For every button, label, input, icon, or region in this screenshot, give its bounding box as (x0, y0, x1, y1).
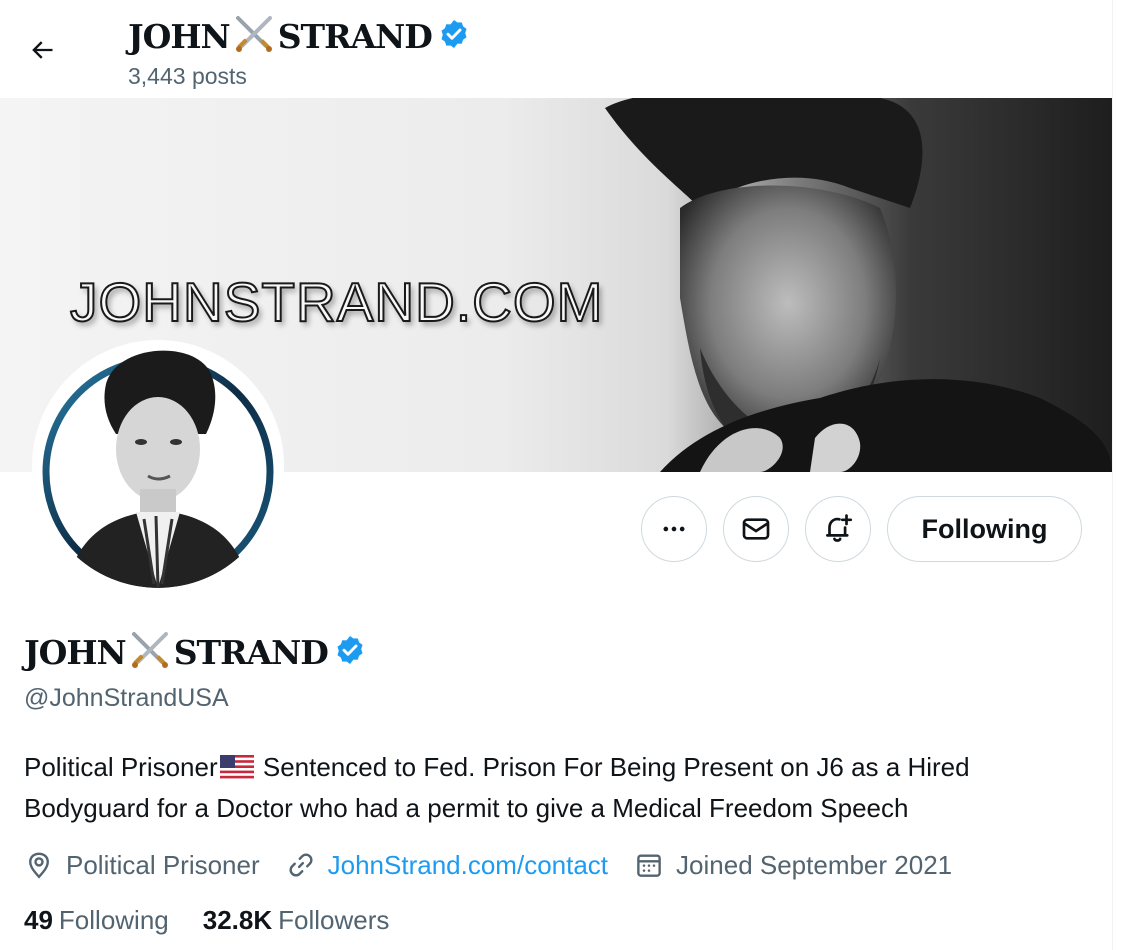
profile-bio: Political Prisoner Sentenced to Fed. Pri… (24, 748, 1094, 827)
calendar-icon (637, 854, 661, 877)
us-flag-icon (219, 751, 254, 789)
header-name-last: STRAND (277, 17, 433, 56)
more-icon (663, 526, 685, 532)
profile-meta: Political Prisoner JohnStrand.com/contac… (24, 845, 978, 885)
location-text: Political Prisoner (66, 849, 260, 880)
following-count: 49 (24, 905, 53, 935)
avatar-image (36, 344, 280, 588)
followers-count: 32.8K (202, 905, 273, 935)
location: Political Prisoner (24, 850, 260, 881)
verified-badge-icon[interactable] (334, 634, 366, 671)
profile-name: JOHN STRAND (24, 630, 366, 675)
following-label: Following (58, 905, 169, 935)
banner-text: JOHNSTRAND.COM (69, 270, 604, 334)
message-icon (742, 518, 770, 540)
message-button[interactable] (723, 496, 789, 562)
location-pin-icon (29, 852, 49, 879)
post-count: 3,443 posts (128, 63, 247, 89)
notification-bell-icon (826, 514, 853, 542)
crossed-swords-icon (128, 630, 172, 675)
verified-badge-icon (438, 18, 470, 55)
notification-button[interactable] (805, 496, 871, 562)
back-button[interactable] (22, 30, 62, 70)
profile-name-first: JOHN (24, 633, 127, 672)
more-button[interactable] (641, 496, 707, 562)
profile-header: JOHN STRAND 3,443 posts (0, 0, 1112, 98)
website-link[interactable]: JohnStrand.com/contact (328, 850, 608, 881)
header-title: JOHN STRAND (128, 14, 470, 59)
followers-count-link[interactable]: 32.8K Followers (203, 905, 390, 936)
profile-avatar[interactable] (32, 340, 284, 592)
profile-name-last: STRAND (173, 633, 329, 672)
followers-label: Followers (278, 905, 390, 935)
join-date-text: Joined September 2021 (676, 849, 953, 880)
following-count-link[interactable]: 49 Following (24, 905, 169, 936)
back-arrow-icon (32, 41, 53, 59)
website[interactable]: JohnStrand.com/contact (286, 850, 608, 881)
follow-stats: 49 Following 32.8K Followers (24, 905, 423, 936)
link-icon (289, 853, 313, 877)
header-name-first: JOHN (128, 17, 231, 56)
crossed-swords-icon (232, 14, 276, 59)
bio-text-start: Political Prisoner (24, 752, 218, 782)
following-button[interactable]: Following (887, 496, 1082, 562)
column-border (1112, 0, 1113, 950)
profile-handle: @JohnStrandUSA (24, 684, 229, 712)
join-date: Joined September 2021 (634, 850, 952, 881)
